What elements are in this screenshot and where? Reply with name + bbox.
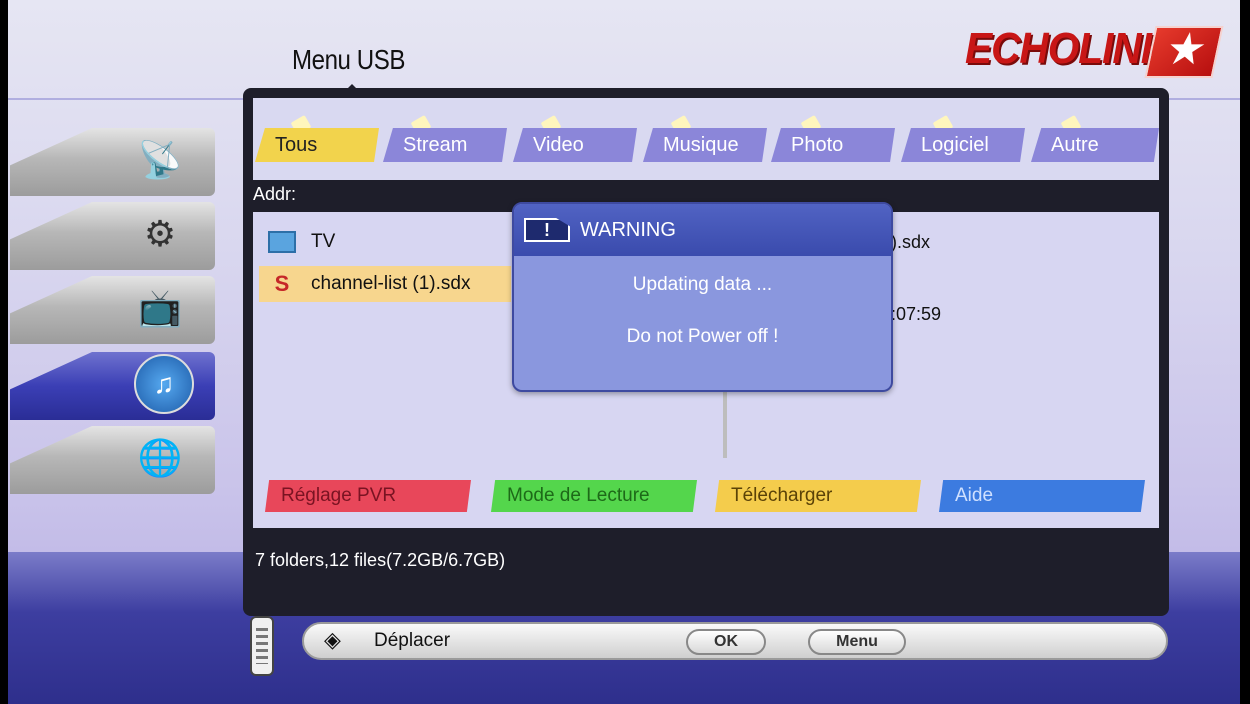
- tab-autre[interactable]: Autre: [1031, 128, 1159, 162]
- tv-folder-icon: [267, 229, 297, 255]
- dialog-message-line1: Updating data ...: [632, 274, 773, 295]
- brand-logo: ECHOLINK: [965, 24, 1170, 73]
- download-button[interactable]: Télécharger: [715, 480, 921, 512]
- pvr-settings-button[interactable]: Réglage PVR: [265, 480, 471, 512]
- gears-icon: ⚙: [143, 213, 177, 254]
- playback-mode-button[interactable]: Mode de Lecture: [491, 480, 697, 512]
- color-buttons: Réglage PVR Mode de Lecture Télécharger …: [253, 480, 1159, 528]
- scrollbar[interactable]: [723, 392, 727, 458]
- control-hint-bar: ◈ Déplacer OK Menu: [302, 622, 1168, 660]
- ok-button[interactable]: OK: [686, 629, 766, 655]
- storage-status: 7 folders,12 files(7.2GB/6.7GB): [255, 550, 506, 570]
- list-item-selected[interactable]: S channel-list (1).sdx: [259, 266, 511, 302]
- sidebar-item-tv[interactable]: 📺: [10, 276, 215, 344]
- right-frame-edge: [1240, 0, 1250, 704]
- file-name: TV: [311, 231, 336, 252]
- detail-filename: ).sdx: [891, 232, 931, 252]
- usb-icon: ♫: [134, 354, 194, 414]
- status-bar: 7 folders,12 files(7.2GB/6.7GB): [253, 532, 1159, 608]
- tab-tous[interactable]: Tous: [255, 128, 379, 162]
- sidebar-item-installation[interactable]: 📡: [10, 128, 215, 196]
- dialog-message-line2: Do not Power off !: [626, 326, 779, 347]
- tab-video[interactable]: Video: [513, 128, 637, 162]
- sdx-file-icon: S: [274, 271, 290, 296]
- menu-button[interactable]: Menu: [808, 629, 906, 655]
- dialog-header: ! WARNING: [514, 204, 891, 256]
- dialog-title: WARNING: [580, 218, 676, 241]
- help-button[interactable]: Aide: [939, 480, 1145, 512]
- left-frame-edge: [0, 0, 8, 704]
- tab-stream[interactable]: Stream: [383, 128, 507, 162]
- logo-star-icon: ★: [1144, 25, 1224, 78]
- tab-logiciel[interactable]: Logiciel: [901, 128, 1025, 162]
- sidebar-item-settings[interactable]: ⚙: [10, 202, 215, 270]
- remote-control-icon: [250, 616, 274, 676]
- tab-musique[interactable]: Musique: [643, 128, 767, 162]
- tv-icon: 📺: [137, 287, 183, 328]
- file-name: channel-list (1).sdx: [311, 273, 471, 294]
- tab-photo[interactable]: Photo: [771, 128, 895, 162]
- globe-icon: 🌐: [137, 437, 183, 478]
- address-label: Addr:: [253, 184, 297, 204]
- warning-folder-icon: !: [524, 218, 570, 242]
- move-hint-label: Déplacer: [374, 630, 451, 651]
- satellite-dish-icon: 📡: [137, 139, 183, 180]
- warning-dialog: ! WARNING Updating data ... Do not Power…: [512, 202, 893, 392]
- detail-time: :07:59: [891, 304, 942, 324]
- tab-bar: Tous Stream Video Musique Photo Logiciel…: [253, 98, 1159, 180]
- arrows-move-icon: ◈: [324, 627, 341, 652]
- page-title: Menu USB: [292, 44, 406, 75]
- sidebar-item-usb[interactable]: ♫: [10, 352, 215, 420]
- sidebar-item-network[interactable]: 🌐: [10, 426, 215, 494]
- list-item[interactable]: TV: [259, 224, 509, 260]
